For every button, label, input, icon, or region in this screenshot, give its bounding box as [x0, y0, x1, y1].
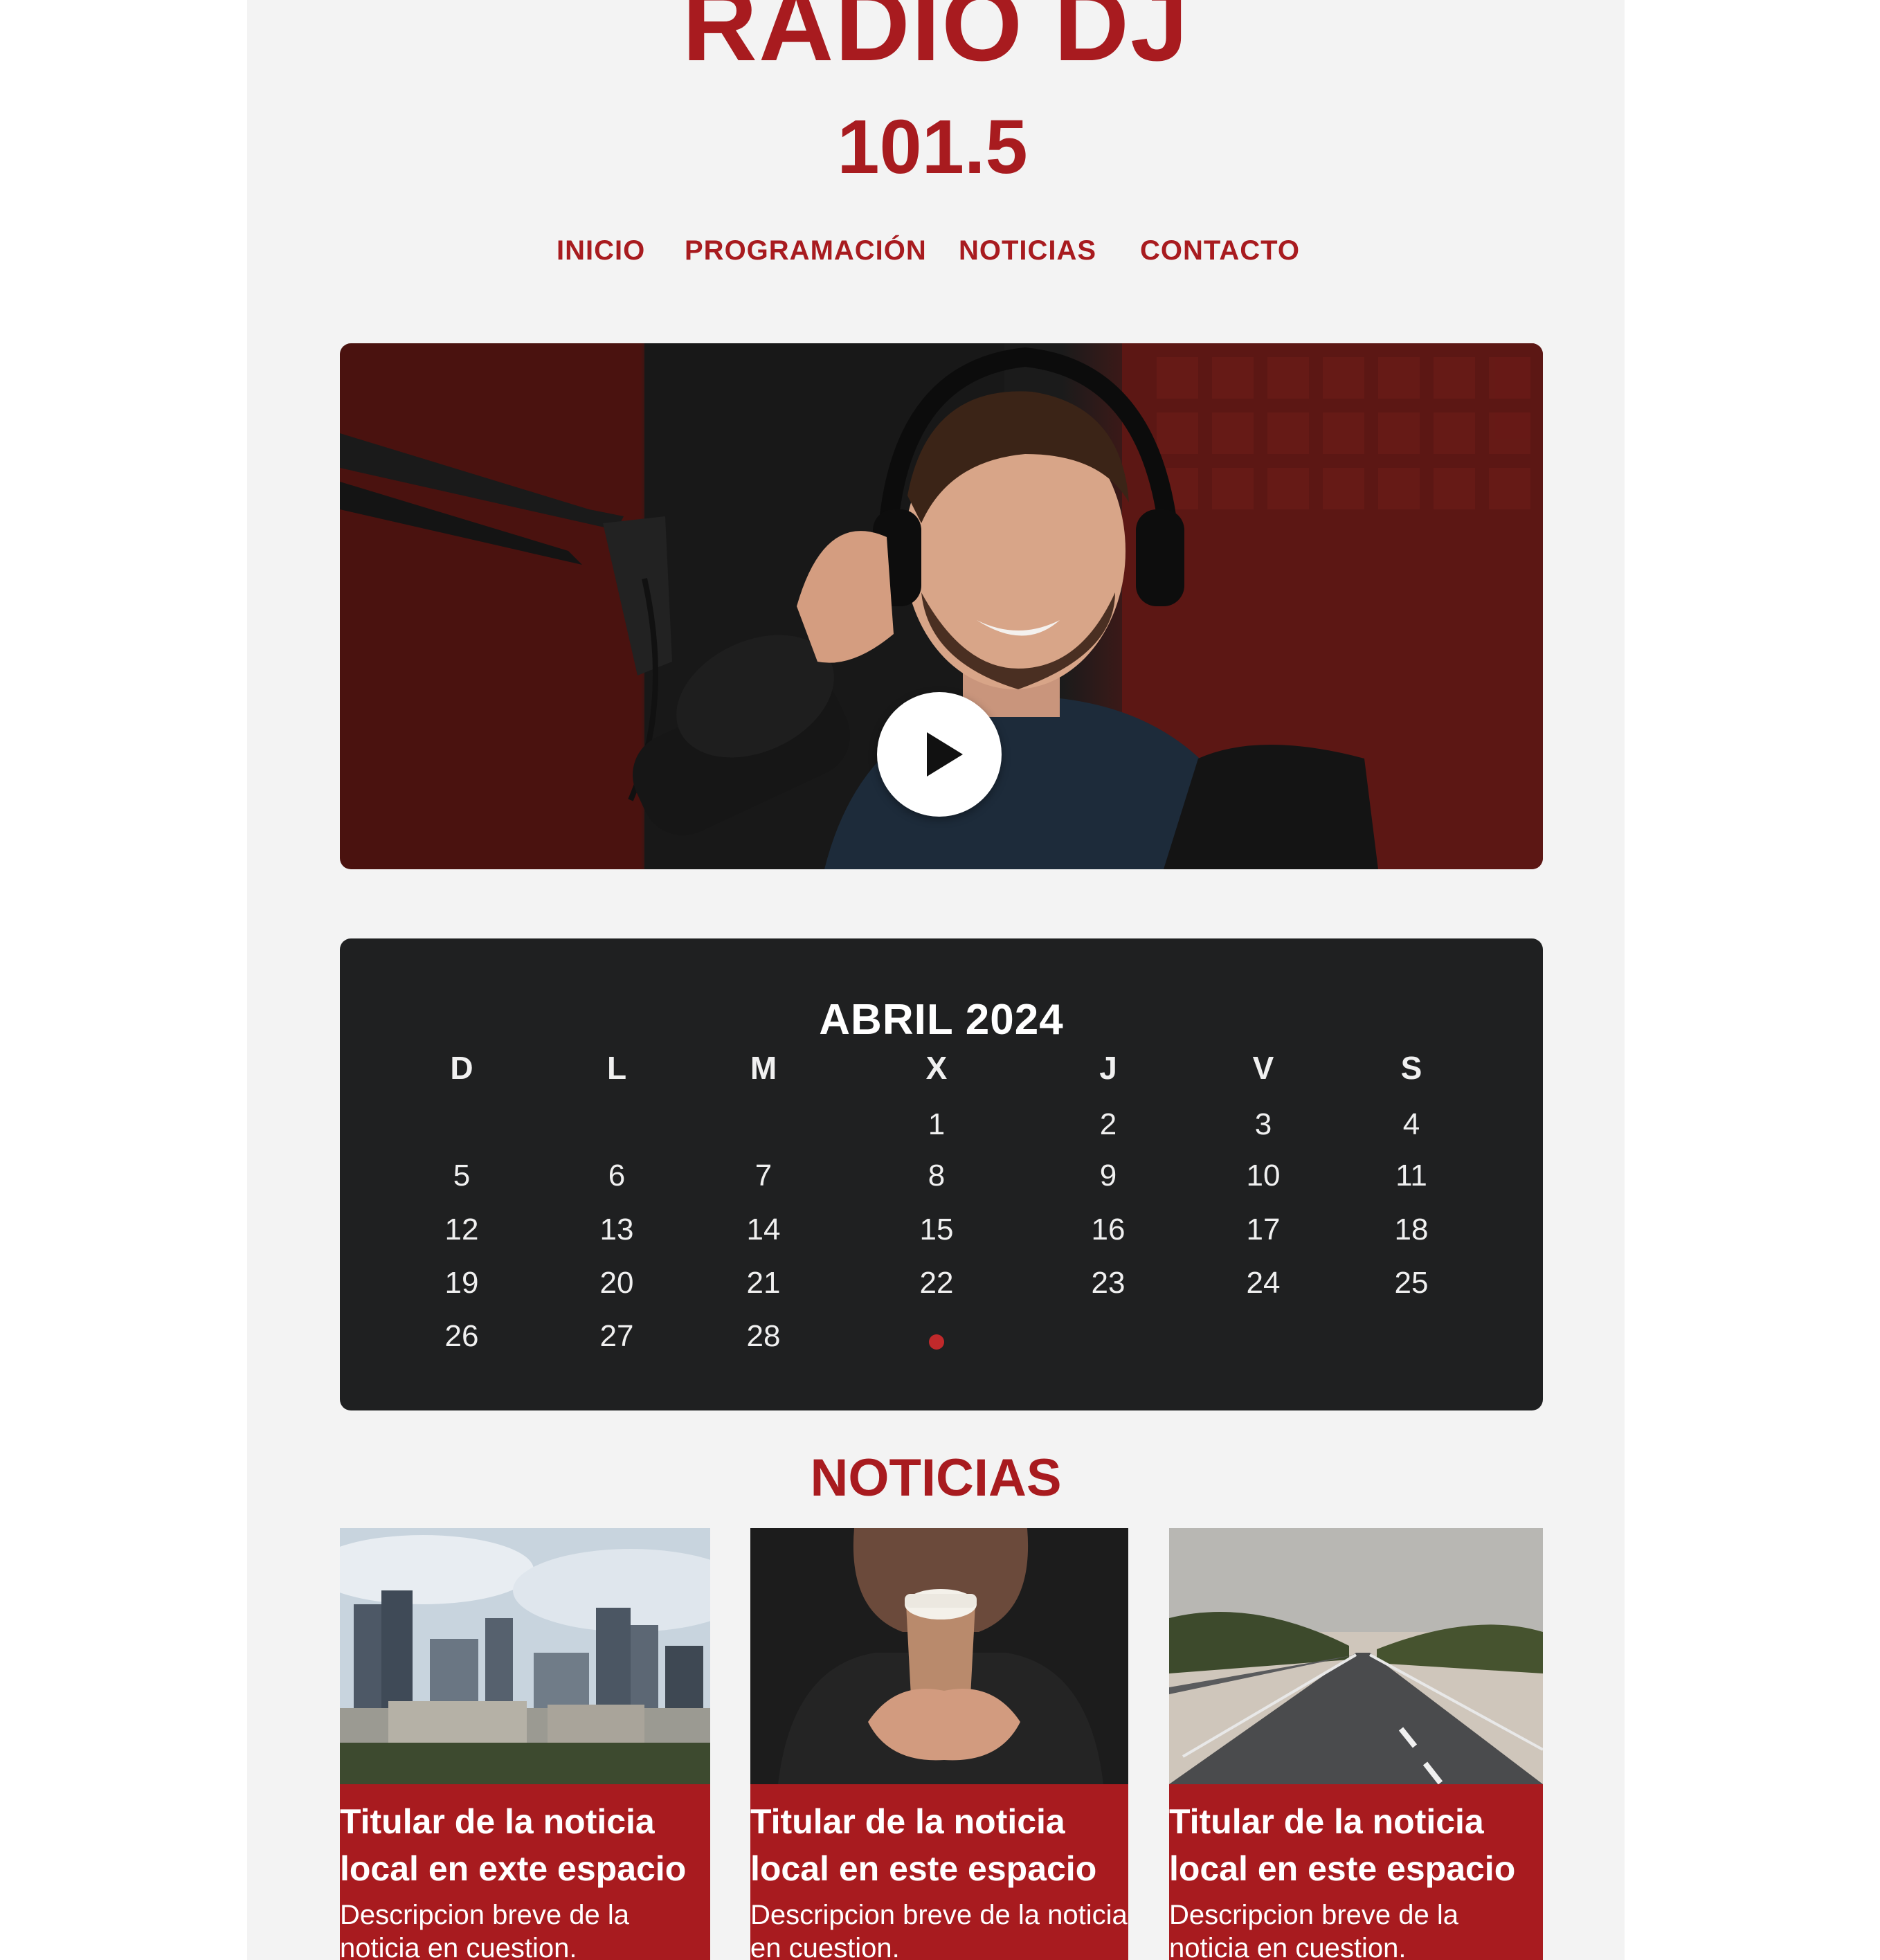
calendar-day[interactable]: 2 [1060, 1107, 1157, 1142]
calendar-today-marker[interactable] [929, 1334, 944, 1350]
calendar-day[interactable]: 22 [888, 1266, 985, 1300]
calendar-day[interactable]: 15 [888, 1213, 985, 1247]
news-card-headline: Titular de la noticia local en exte espa… [340, 1802, 687, 1888]
play-button[interactable] [877, 692, 1002, 817]
calendar-day[interactable]: 11 [1363, 1159, 1460, 1193]
nav-item-contacto[interactable]: CONTACTO [1140, 235, 1300, 266]
main-nav: INICIO PROGRAMACIÓN NOTICIAS CONTACTO [247, 235, 1625, 277]
calendar-day[interactable]: 16 [1060, 1213, 1157, 1247]
calendar-day[interactable]: 8 [888, 1159, 985, 1193]
calendar-day[interactable]: 18 [1363, 1213, 1460, 1247]
calendar-day[interactable]: 6 [568, 1159, 665, 1193]
calendar-day[interactable]: 12 [413, 1213, 510, 1247]
calendar-day[interactable]: 10 [1215, 1159, 1312, 1193]
calendar-day[interactable]: 4 [1363, 1107, 1460, 1142]
weekday-header: M [750, 1050, 777, 1086]
coffee-cup-image [750, 1528, 1128, 1784]
calendar-day[interactable]: 9 [1060, 1159, 1157, 1193]
weekday-header: S [1400, 1050, 1422, 1086]
news-section-title: NOTICIAS [810, 1449, 1062, 1507]
calendar-day[interactable]: 1 [888, 1107, 985, 1142]
calendar-day[interactable]: 20 [568, 1266, 665, 1300]
calendar-day[interactable]: 17 [1215, 1213, 1312, 1247]
schedule-calendar: ABRIL 2024 D L M X J V S 1 2 3 4 5 6 7 8… [340, 938, 1543, 1410]
calendar-day[interactable]: 26 [413, 1319, 510, 1354]
calendar-day[interactable]: 7 [715, 1159, 812, 1193]
calendar-day[interactable]: 25 [1363, 1266, 1460, 1300]
calendar-day[interactable]: 28 [715, 1319, 812, 1354]
calendar-day[interactable]: 23 [1060, 1266, 1157, 1300]
weekday-header: L [606, 1050, 627, 1086]
news-card-image [1169, 1528, 1543, 1784]
weekday-header: X [925, 1050, 948, 1086]
highway-road-image [1169, 1528, 1543, 1784]
news-card-description: Descripcion breve de la noticia en cuest… [340, 1900, 629, 1960]
news-card-description: Descripcion breve de la noticia en cuest… [750, 1900, 1128, 1960]
news-card-image [340, 1528, 710, 1784]
news-card[interactable]: Titular de la noticia local en este espa… [750, 1528, 1128, 1960]
calendar-day[interactable]: 5 [413, 1159, 510, 1193]
news-card-description: Descripcion breve de la noticia en cuest… [1169, 1900, 1458, 1960]
news-card-headline: Titular de la noticia local en este espa… [750, 1802, 1097, 1888]
weekday-header: V [1252, 1050, 1274, 1086]
city-skyline-image [340, 1528, 710, 1784]
nav-item-programacion[interactable]: PROGRAMACIÓN [685, 235, 927, 266]
weekday-header: J [1099, 1050, 1117, 1086]
page: RADIO DJ 101.5 INICIO PROGRAMACIÓN NOTIC… [247, 0, 1625, 1960]
calendar-day[interactable]: 19 [413, 1266, 510, 1300]
news-card[interactable]: Titular de la noticia local en este espa… [1169, 1528, 1543, 1960]
calendar-title: ABRIL 2024 [819, 996, 1064, 1044]
station-frequency: 101.5 [837, 105, 1028, 190]
news-card-image [750, 1528, 1128, 1784]
nav-item-noticias[interactable]: NOTICIAS [959, 235, 1096, 266]
news-card[interactable]: Titular de la noticia local en exte espa… [340, 1528, 710, 1960]
nav-item-inicio[interactable]: INICIO [557, 235, 645, 266]
weekday-header: D [450, 1050, 473, 1086]
station-name: RADIO DJ [682, 0, 1190, 82]
news-card-headline: Titular de la noticia local en este espa… [1169, 1802, 1516, 1888]
play-icon [927, 732, 963, 777]
calendar-day[interactable]: 14 [715, 1213, 812, 1247]
calendar-day[interactable]: 21 [715, 1266, 812, 1300]
calendar-day[interactable]: 13 [568, 1213, 665, 1247]
calendar-day[interactable]: 24 [1215, 1266, 1312, 1300]
calendar-day[interactable]: 3 [1215, 1107, 1312, 1142]
hero-player[interactable] [340, 343, 1543, 869]
calendar-day[interactable]: 27 [568, 1319, 665, 1354]
